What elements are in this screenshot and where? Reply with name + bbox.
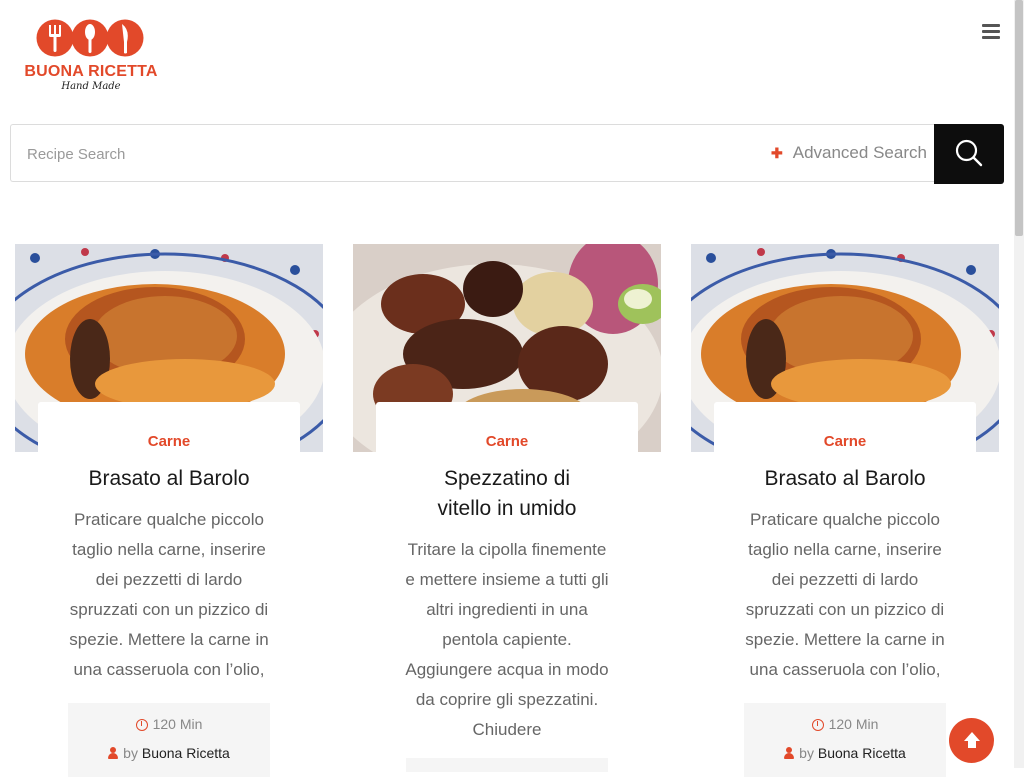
plus-icon: ✚ bbox=[771, 145, 783, 161]
recipe-category[interactable]: Carne bbox=[38, 432, 300, 452]
advanced-search-label: Advanced Search bbox=[792, 143, 927, 162]
recipe-excerpt: Praticare qualche piccolo taglio nella c… bbox=[745, 510, 945, 679]
recipe-excerpt: Praticare qualche piccolo taglio nella c… bbox=[69, 510, 269, 679]
advanced-search-toggle[interactable]: ✚ Advanced Search bbox=[771, 125, 927, 181]
recipe-time: 120 Min bbox=[744, 713, 946, 735]
recipe-card-body: Carne Brasato al Barolo Praticare qualch… bbox=[38, 402, 300, 777]
recipe-meta: 120 Min by Buona Ricetta bbox=[744, 703, 946, 777]
by-label: by bbox=[123, 745, 138, 761]
recipe-time-value: 120 Min bbox=[152, 716, 203, 732]
search-icon bbox=[955, 139, 983, 167]
user-icon bbox=[784, 747, 795, 759]
by-label: by bbox=[799, 745, 814, 761]
logo-text: BUONA RICETTA bbox=[24, 63, 158, 80]
recipe-category[interactable]: Carne bbox=[376, 432, 638, 452]
recipe-title[interactable]: Brasato al Barolo bbox=[38, 464, 300, 494]
recipe-author[interactable]: Buona Ricetta bbox=[142, 745, 230, 761]
clock-icon bbox=[811, 719, 824, 731]
recipe-time: 120 Min bbox=[68, 713, 270, 735]
recipe-author[interactable]: Buona Ricetta bbox=[818, 745, 906, 761]
page-scrollbar[interactable] bbox=[1014, 0, 1024, 768]
recipe-meta bbox=[406, 758, 608, 772]
recipe-category[interactable]: Carne bbox=[714, 432, 976, 452]
clock-icon bbox=[135, 719, 148, 731]
scrollbar-thumb[interactable] bbox=[1015, 0, 1023, 236]
logo-plates-icon bbox=[36, 19, 144, 57]
recipe-card-body: Carne Spezzatino di vitello in umido Tri… bbox=[376, 402, 638, 745]
hamburger-menu-icon[interactable] bbox=[982, 24, 1000, 40]
recipe-title[interactable]: Brasato al Barolo bbox=[714, 464, 976, 494]
recipe-author-line: by Buona Ricetta bbox=[744, 735, 946, 771]
recipe-card-body: Carne Brasato al Barolo Praticare qualch… bbox=[714, 402, 976, 777]
back-to-top-button[interactable] bbox=[949, 718, 994, 763]
recipe-search-input[interactable] bbox=[25, 125, 729, 183]
user-icon bbox=[108, 747, 119, 759]
arrow-up-icon bbox=[964, 732, 980, 748]
logo-subtext: Hand Made bbox=[61, 81, 121, 92]
search-bar: ✚ Advanced Search bbox=[10, 124, 934, 183]
recipe-excerpt: Tritare la cipolla finemente e mettere i… bbox=[405, 540, 609, 739]
recipe-title[interactable]: Spezzatino di vitello in umido bbox=[376, 464, 638, 524]
recipe-time-value: 120 Min bbox=[828, 716, 879, 732]
search-button[interactable] bbox=[934, 124, 1004, 184]
recipe-meta: 120 Min by Buona Ricetta bbox=[68, 703, 270, 777]
recipe-author-line: by Buona Ricetta bbox=[68, 735, 270, 771]
site-logo[interactable]: BUONA RICETTA Hand Made bbox=[20, 18, 162, 94]
